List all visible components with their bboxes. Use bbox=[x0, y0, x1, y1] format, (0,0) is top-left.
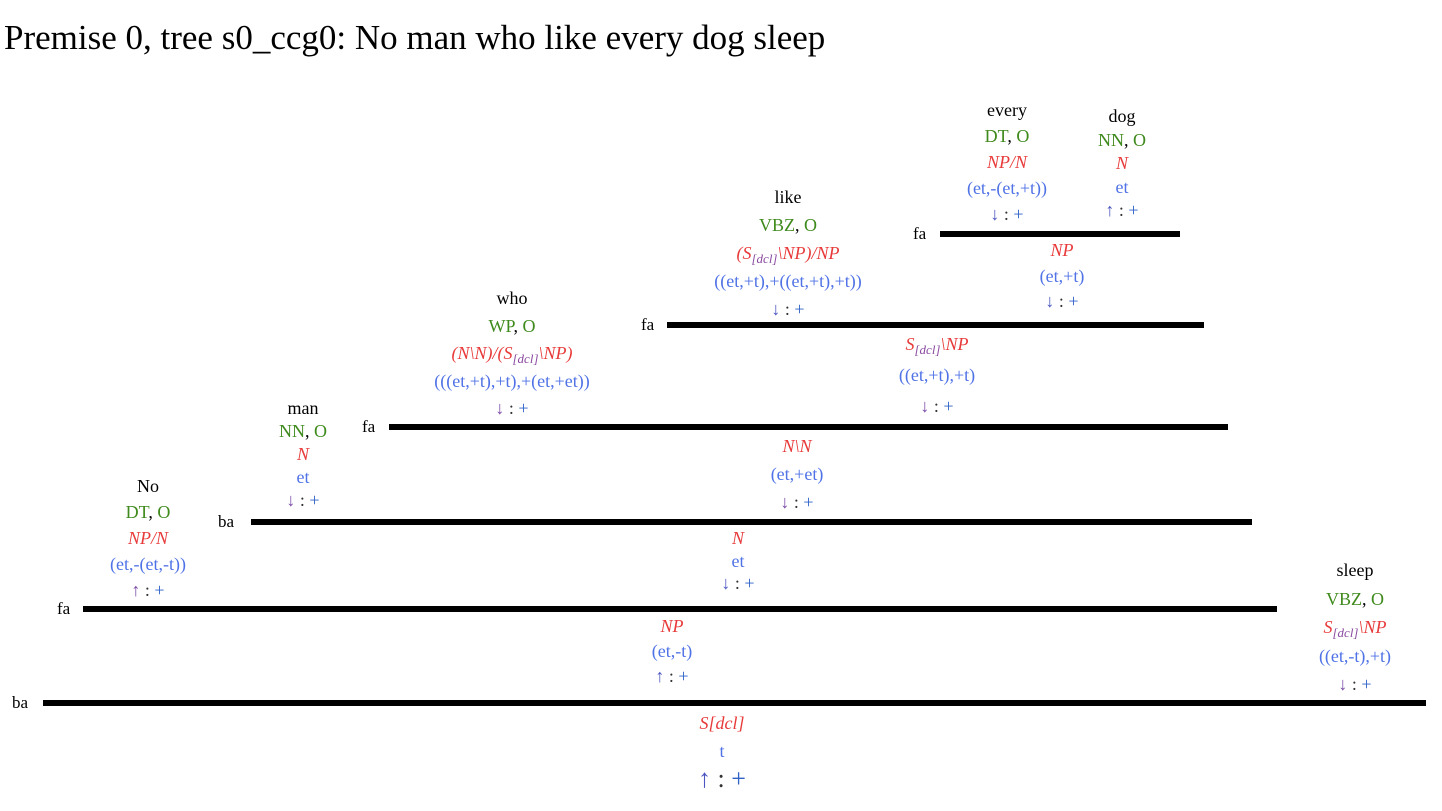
polarity-arrow-icon: ↓ bbox=[495, 398, 505, 418]
polarity: ↓ : + bbox=[286, 490, 320, 510]
semantic-type: (et,+et) bbox=[770, 464, 824, 484]
category: (S[dcl]\NP)/NP bbox=[736, 243, 840, 266]
polarity: ↑ : + bbox=[655, 666, 689, 686]
leaf-every: every DT, O NP/N (et,-(et,+t)) ↓ : + bbox=[967, 97, 1047, 227]
category: NP bbox=[1050, 240, 1074, 260]
semantic-type: (((et,+t),+t),+(et,+et)) bbox=[434, 370, 590, 391]
polarity-arrow-icon: ↓ bbox=[721, 573, 731, 593]
result-root: S[dcl] t ↑ : + bbox=[698, 710, 746, 793]
pos-tag: DT bbox=[984, 126, 1008, 146]
polarity: ↓ : + bbox=[771, 299, 805, 319]
rule-label: fa bbox=[913, 224, 927, 243]
semantic-type: ((et,-t),+t) bbox=[1318, 645, 1392, 666]
pos-tag: DT bbox=[125, 502, 149, 522]
semantic-type: ((et,+t),+((et,+t),+t)) bbox=[714, 271, 862, 291]
semantic-type: et bbox=[1115, 176, 1129, 197]
category: N bbox=[731, 528, 745, 548]
polarity: ↓ : + bbox=[721, 573, 755, 593]
semantic-type: t bbox=[719, 740, 725, 761]
pos-tag: VBZ bbox=[1326, 588, 1362, 609]
semantic-type: ((et,+t),+t) bbox=[898, 365, 976, 385]
category: NP bbox=[660, 616, 684, 636]
pos-tag: WP bbox=[488, 315, 514, 336]
result-no-n: NP (et,-t) ↑ : + bbox=[652, 614, 692, 689]
word: man bbox=[287, 398, 319, 418]
category: N bbox=[1115, 153, 1128, 173]
polarity-arrow-icon: ↓ bbox=[920, 396, 930, 416]
result-who-vp: N\N (et,+et) ↓ : + bbox=[771, 432, 824, 516]
category: N\N bbox=[782, 436, 812, 456]
rule-label: fa bbox=[362, 417, 376, 436]
category: N bbox=[296, 444, 309, 464]
leaf-no: No DT, O NP/N (et,-(et,-t)) ↑ : + bbox=[110, 473, 186, 603]
ner-tag: O bbox=[803, 215, 817, 235]
pos-tag: NN bbox=[1098, 129, 1124, 150]
polarity-arrow-icon: ↓ bbox=[771, 299, 781, 319]
leaf-like: like VBZ, O (S[dcl]\NP)/NP ((et,+t),+((e… bbox=[714, 183, 862, 323]
polarity: ↑ : + bbox=[1105, 200, 1139, 220]
polarity-arrow-icon: ↑ bbox=[698, 764, 712, 793]
derivation-bar bbox=[667, 322, 1204, 328]
word: dog bbox=[1108, 106, 1136, 126]
result-man-rel: N et ↓ : + bbox=[721, 527, 754, 595]
pos-tag: NN bbox=[279, 421, 305, 441]
word: who bbox=[496, 288, 528, 308]
derivation-bar bbox=[940, 231, 1180, 237]
ner-tag: O bbox=[157, 502, 171, 522]
leaf-who: who WP, O (N\N)/(S[dcl]\NP) (((et,+t),+t… bbox=[434, 285, 590, 423]
ner-tag: O bbox=[1133, 129, 1146, 150]
result-every-dog: NP (et,+t) ↓ : + bbox=[1040, 238, 1085, 315]
rule-label: ba bbox=[12, 693, 29, 712]
derivation-bar bbox=[83, 606, 1277, 612]
leaf-man: man NN, O N et ↓ : + bbox=[279, 398, 327, 510]
category: S[dcl] bbox=[699, 713, 745, 733]
word: every bbox=[987, 100, 1027, 120]
polarity: ↓ : + bbox=[780, 492, 814, 512]
polarity-arrow-icon: ↓ bbox=[1045, 291, 1055, 311]
leaf-dog: dog NN, O N et ↑ : + bbox=[1098, 105, 1146, 223]
ner-tag: O bbox=[314, 421, 327, 441]
polarity: ↓ : + bbox=[495, 398, 529, 418]
polarity-arrow-icon: ↓ bbox=[780, 492, 790, 512]
page-title: Premise 0, tree s0_ccg0: No man who like… bbox=[4, 18, 826, 57]
semantic-type: et bbox=[296, 467, 310, 487]
derivation-bar bbox=[251, 519, 1252, 525]
rule-label: fa bbox=[57, 599, 71, 618]
word: like bbox=[774, 187, 802, 207]
ner-tag: O bbox=[1371, 588, 1384, 609]
ner-tag: O bbox=[522, 315, 536, 336]
polarity: ↓ : + bbox=[920, 396, 954, 416]
polarity-arrow-icon: ↑ bbox=[655, 666, 665, 686]
polarity: ↑ : + bbox=[698, 764, 746, 793]
leaf-sleep: sleep VBZ, O S[dcl]\NP ((et,-t),+t) ↓ : … bbox=[1319, 556, 1391, 699]
result-like-np: S[dcl]\NP ((et,+t),+t) ↓ : + bbox=[899, 329, 975, 422]
category: NP/N bbox=[986, 152, 1028, 172]
ner-tag: O bbox=[1016, 126, 1030, 146]
semantic-type: (et,-t) bbox=[651, 641, 693, 661]
derivation-bar bbox=[389, 424, 1228, 430]
category: S[dcl]\NP bbox=[1323, 617, 1387, 640]
derivation-bar bbox=[43, 700, 1426, 706]
semantic-type: (et,-(et,-t)) bbox=[110, 554, 186, 574]
rule-label: fa bbox=[641, 315, 655, 334]
polarity: ↓ : + bbox=[990, 204, 1024, 224]
word: sleep bbox=[1336, 560, 1374, 580]
polarity: ↑ : + bbox=[131, 580, 165, 600]
rule-label: ba bbox=[218, 512, 235, 531]
polarity: ↓ : + bbox=[1338, 674, 1372, 694]
word: No bbox=[136, 476, 159, 496]
semantic-type: (et,-(et,+t)) bbox=[966, 178, 1048, 198]
category: (N\N)/(S[dcl]\NP) bbox=[451, 343, 573, 366]
polarity: ↓ : + bbox=[1045, 291, 1079, 311]
semantic-type: (et,+t) bbox=[1039, 265, 1085, 286]
category: S[dcl]\NP bbox=[905, 334, 969, 357]
category: NP/N bbox=[127, 528, 169, 548]
semantic-type: et bbox=[731, 550, 745, 571]
pos-tag: VBZ bbox=[758, 215, 795, 235]
